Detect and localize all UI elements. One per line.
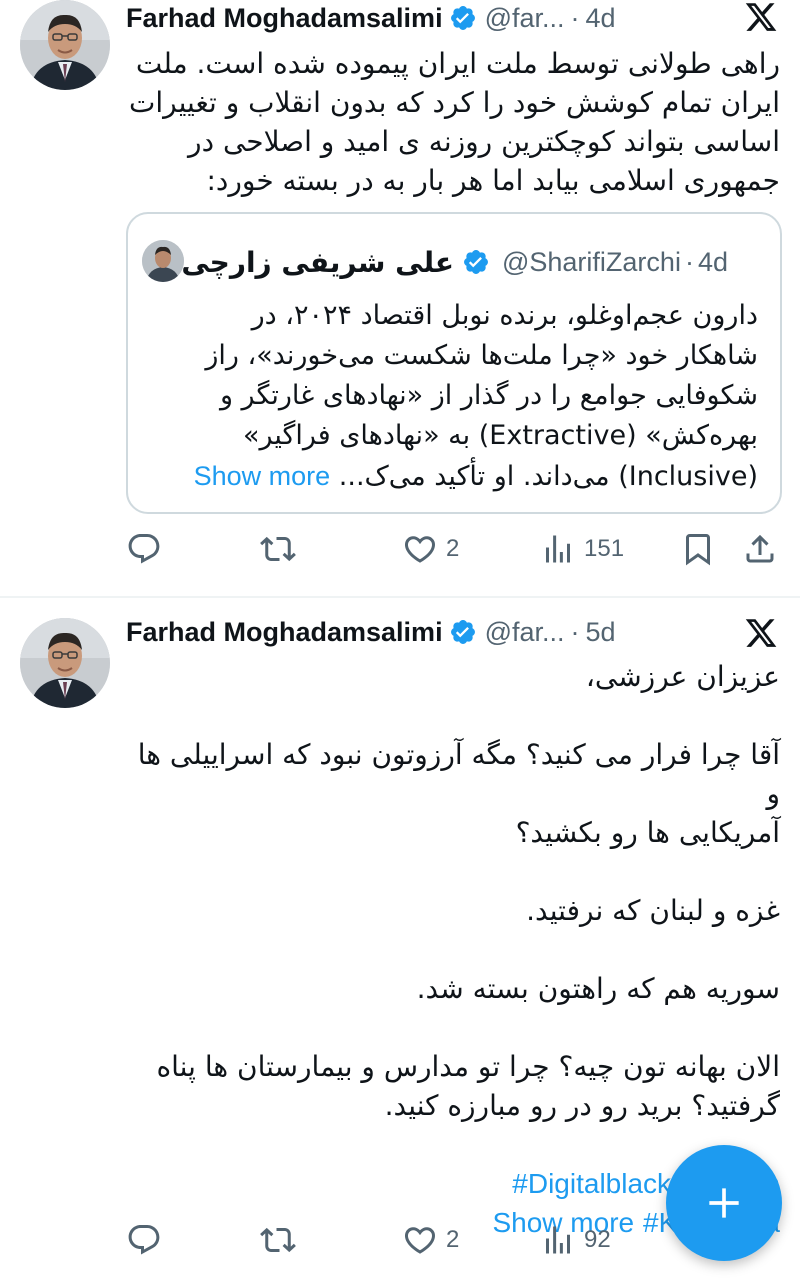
like-count: 2 (446, 535, 460, 562)
share-button[interactable] (742, 529, 778, 569)
view-count: 151 (584, 535, 625, 562)
tweet-text-line: راهی طولانی توسط ملت ایران پیموده شده اس… (135, 47, 780, 80)
reply-icon (128, 1225, 160, 1255)
quoted-tweet[interactable]: @SharifiZarchi · 4d علی شریفی زارچی دارو… (126, 212, 782, 514)
tweet-text: راهی طولانی توسط ملت ایران پیموده شده اس… (126, 44, 780, 200)
quoted-author-row: علی شریفی زارچی (181, 242, 490, 282)
quoted-text-line: شکوفایی جوامع را در گذار از «نهادهای غار… (219, 380, 758, 411)
tweet-text-line: آمریکایی ها رو بکشید؟ (515, 816, 780, 849)
tweet-actions: 2 151 (126, 529, 782, 569)
tweet-header: Farhad Moghadamsalimi @far... · 5d (126, 614, 616, 650)
compose-post-button[interactable] (666, 1145, 782, 1261)
quoted-text-line: دارون عجم‌اوغلو، برنده نوبل اقتصاد ۲۰۲۴،… (251, 300, 758, 331)
separator-dot: · (570, 616, 580, 647)
reply-icon (128, 534, 160, 564)
bookmark-icon (686, 534, 710, 566)
author-avatar[interactable] (20, 0, 110, 90)
x-logo-icon (745, 3, 777, 31)
author-handle[interactable]: @far... (485, 617, 565, 648)
tweet-text-line: سوریه هم که راهتون بسته شد. (416, 972, 780, 1005)
quoted-author-handle[interactable]: @SharifiZarchi (502, 247, 681, 278)
like-button[interactable]: 2 (402, 1220, 459, 1260)
x-logo-icon (745, 619, 777, 647)
reply-button[interactable] (126, 529, 162, 569)
quoted-tweet-text: دارون عجم‌اوغلو، برنده نوبل اقتصاد ۲۰۲۴،… (150, 296, 758, 497)
verified-badge-icon (450, 620, 475, 644)
quoted-tweet-header: @SharifiZarchi · 4d (502, 242, 728, 282)
views-button[interactable]: 151 (540, 529, 624, 569)
plus-icon (709, 1188, 739, 1218)
tweet-timestamp[interactable]: 4d (586, 3, 616, 34)
tweet-text-line: آقا چرا فرار می کنید؟ مگه آرزوتون نبود ک… (137, 738, 780, 810)
verified-badge-icon (464, 250, 488, 274)
share-icon (746, 534, 774, 563)
views-button[interactable]: 92 (540, 1220, 611, 1260)
quoted-text-line: (Inclusive) می‌داند. او تأکید می‌ک... (338, 461, 758, 492)
tweet-text: عزیزان عرزشی، آقا چرا فرار می کنید؟ مگه … (126, 657, 780, 1242)
views-chart-icon (546, 1226, 570, 1254)
like-button[interactable]: 2 (402, 529, 459, 569)
tweet-timestamp[interactable]: 5d (586, 617, 616, 648)
like-count: 2 (446, 1226, 460, 1253)
quoted-tweet-timestamp[interactable]: 4d (698, 247, 728, 278)
separator-dot: · (684, 246, 694, 277)
tweet-header: Farhad Moghadamsalimi @far... · 4d (126, 0, 616, 36)
author-avatar[interactable] (20, 618, 110, 708)
verified-badge-icon (450, 6, 475, 30)
tweet-text-line: گرفتید؟ برید رو در رو مبارزه کنید. (384, 1089, 780, 1122)
tweet-text-line: الان بهانه تون چیه؟ چرا تو مدارس و بیمار… (156, 1050, 780, 1083)
quoted-text-line-last: (Inclusive) می‌داند. او تأکید می‌ک... Sh… (150, 456, 758, 497)
tweet-text-line: عزیزان عرزشی، (585, 660, 780, 693)
bookmark-button[interactable] (680, 529, 716, 569)
tweet[interactable]: Farhad Moghadamsalimi @far... · 4d راهی … (0, 0, 800, 596)
tweet-text-line: غزه و لبنان که نرفتید. (526, 894, 780, 927)
quoted-author-name[interactable]: علی شریفی زارچی (181, 246, 454, 279)
heart-icon (404, 536, 436, 563)
tweet-text-line: ایران تمام کوشش خود را کرد که بدون انقلا… (129, 86, 780, 119)
view-count: 92 (584, 1226, 611, 1253)
tweet-text-line: اساسی بتواند کوچکترین روزنه ی امید و اصل… (188, 125, 780, 158)
quoted-text-line: شاهکار خود «چرا ملت‌ها شکست می‌خورند»، ر… (205, 340, 758, 371)
tweet-text-line: جمهوری اسلامی بیابد اما هر بار به در بست… (206, 164, 780, 197)
heart-icon (404, 1227, 436, 1254)
separator-dot: · (570, 2, 580, 33)
retweet-button[interactable] (260, 1220, 296, 1260)
views-chart-icon (546, 535, 570, 563)
retweet-icon (260, 536, 296, 562)
quoted-author-avatar[interactable] (142, 240, 184, 282)
author-handle[interactable]: @far... (485, 3, 565, 34)
author-name[interactable]: Farhad Moghadamsalimi (126, 3, 443, 34)
quoted-text-line: بهره‌کش» (Extractive) به «نهادهای فراگیر… (242, 420, 758, 451)
retweet-button[interactable] (260, 529, 296, 569)
author-name[interactable]: Farhad Moghadamsalimi (126, 617, 443, 648)
retweet-icon (260, 1227, 296, 1253)
show-more-link[interactable]: Show more (194, 461, 331, 491)
reply-button[interactable] (126, 1220, 162, 1260)
